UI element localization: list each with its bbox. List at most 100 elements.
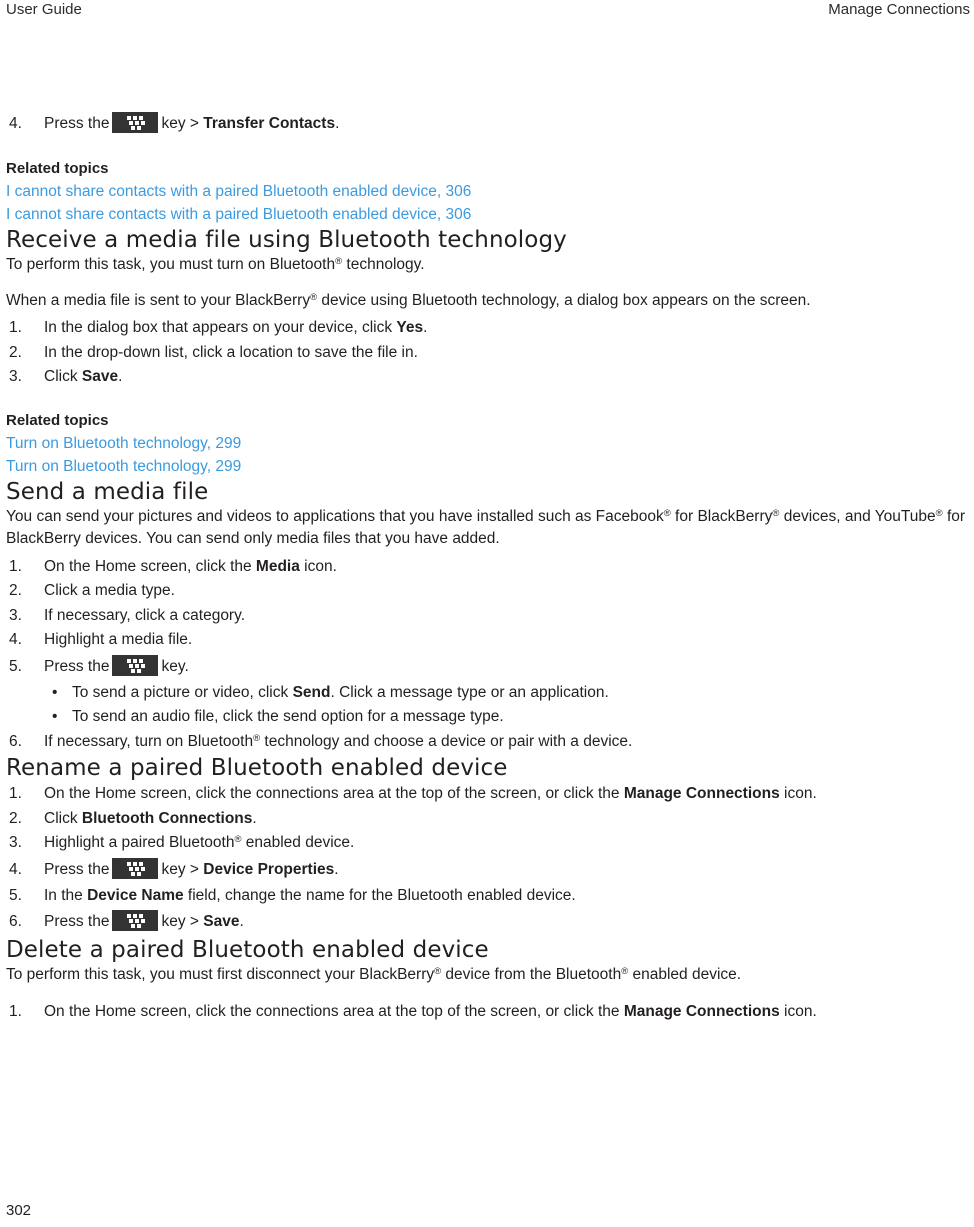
step-bold-term: Manage Connections: [623, 785, 780, 802]
page-content: 4. Press the key > Transfer Contacts. Rel…: [6, 110, 968, 1025]
list-item: 6. If necessary, turn on Bluetooth® techn…: [6, 730, 968, 755]
substep-text-tail: . Click a message type or an application…: [330, 683, 609, 701]
step-text-before-key: Press the: [44, 860, 110, 878]
step-number: 4.: [9, 115, 22, 132]
step-bold-term: Media: [255, 557, 300, 575]
related-topic-link[interactable]: I cannot share contacts with a paired Bl…: [6, 203, 968, 226]
blackberry-menu-key-icon: [112, 112, 159, 133]
list-item: 3. Click Save.: [6, 365, 968, 390]
step-number: 4.: [9, 631, 22, 648]
list-item: 4. Press the key > Transfer Contacts.: [6, 110, 968, 138]
step-number: 5.: [9, 886, 22, 904]
step-bold-term: Yes: [396, 319, 424, 336]
step-text-tail: .: [423, 319, 428, 336]
related-topics-block: Related topics I cannot share contacts w…: [6, 158, 968, 226]
step-text-tail: .: [252, 809, 257, 827]
section-heading-delete: Delete a paired Bluetooth enabled device: [6, 937, 489, 963]
list-item: • To send a picture or video, click Send.…: [44, 681, 968, 706]
step-text: Click a media type.: [44, 582, 175, 599]
step-text: In the drop-down list, click a location …: [44, 343, 418, 361]
list-item: 1. In the dialog box that appears on your…: [6, 316, 968, 341]
list-item: 4. Press the key > Device Properties.: [6, 856, 968, 884]
list-item: 2. In the drop-down list, click a locatio…: [6, 341, 968, 366]
step-text: Click: [44, 809, 82, 827]
step-number: 3.: [9, 368, 22, 385]
step-text: Click: [44, 368, 82, 385]
step-number: 1.: [9, 785, 22, 802]
prerequisite-paragraph: To perform this task, you must turn on B…: [6, 256, 425, 273]
section-heading-receive: Receive a media file using Bluetooth tec…: [6, 227, 567, 253]
step-text: If necessary, click a category.: [44, 606, 246, 624]
step-text: On the Home screen, click the connection…: [44, 785, 624, 802]
step-number: 1.: [9, 1003, 22, 1020]
section-heading-rename: Rename a paired Bluetooth enabled device: [6, 755, 508, 781]
running-head: User Guide Manage Connections: [0, 0, 974, 26]
send-steps-list: 1. On the Home screen, click the Media ic…: [6, 555, 968, 681]
delete-steps-list: 1. On the Home screen, click the connecti…: [6, 1000, 968, 1025]
blackberry-menu-key-icon: [112, 654, 159, 676]
step-text-before-key: Press the: [44, 913, 110, 930]
step-number: 1.: [9, 557, 22, 575]
bullet-icon: •: [52, 683, 58, 701]
list-item: 3. Highlight a paired Bluetooth® enabled …: [6, 831, 968, 856]
step-text: Highlight a paired Bluetooth: [44, 834, 235, 851]
list-item: 2. Click Bluetooth Connections.: [6, 807, 968, 832]
step-text-before-key: Press the: [44, 657, 110, 675]
page-number: 302: [6, 1202, 32, 1219]
blackberry-menu-key-icon: [112, 910, 159, 931]
list-item: 4. Highlight a media file.: [6, 628, 968, 653]
step-bold-term: Save: [81, 368, 119, 385]
step-bold-term: Device Name: [87, 886, 184, 904]
step-text-after-key: key > Save.: [161, 913, 244, 930]
section-heading-send: Send a media file: [6, 478, 209, 505]
step-text: In the dialog box that appears on your d…: [44, 319, 397, 336]
list-item: 1. On the Home screen, click the Media ic…: [6, 555, 968, 580]
step-text-after-key: key > Transfer Contacts.: [161, 115, 340, 132]
step-text-before-key: Press the: [44, 115, 110, 132]
receive-steps-list: 1. In the dialog box that appears on your…: [6, 316, 968, 390]
step-number: 6.: [9, 732, 22, 750]
step-text-tail: field, change the name for the Bluetooth…: [183, 886, 576, 904]
step-bold-term: Save: [203, 913, 240, 930]
related-topic-link[interactable]: Turn on Bluetooth technology, 299: [6, 432, 968, 455]
intro-paragraph: When a media file is sent to your BlackB…: [6, 292, 811, 309]
send-steps-list-continued: 6. If necessary, turn on Bluetooth® techn…: [6, 730, 968, 755]
step-number: 5.: [9, 657, 22, 675]
step-bold-term: Bluetooth Connections: [81, 809, 253, 827]
step-number: 2.: [9, 343, 22, 361]
running-head-left: User Guide: [6, 1, 82, 18]
step-text: On the Home screen, click the connection…: [44, 1003, 624, 1020]
list-item: 5. In the Device Name field, change the n…: [6, 884, 968, 909]
delete-prerequisite-paragraph: To perform this task, you must first dis…: [6, 966, 742, 983]
step-number: 3.: [9, 834, 22, 851]
step-text-tail: icon.: [779, 1003, 817, 1020]
registered-mark-icon: ®: [935, 507, 943, 519]
step-number: 6.: [9, 913, 22, 930]
send-substeps-list: • To send a picture or video, click Send.…: [44, 681, 968, 730]
step-text-tail: icon.: [779, 785, 817, 802]
list-item: • To send an audio file, click the send o…: [44, 705, 968, 730]
related-topics-block: Related topics Turn on Bluetooth technol…: [6, 410, 968, 478]
bullet-icon: •: [52, 708, 58, 725]
blackberry-menu-key-icon: [112, 857, 159, 879]
list-item: 6. Press the key > Save.: [6, 908, 968, 936]
step-text-tail: icon.: [299, 557, 337, 575]
related-topic-link[interactable]: Turn on Bluetooth technology, 299: [6, 455, 968, 478]
registered-mark-icon: ®: [663, 507, 671, 519]
step-text: If necessary, turn on Bluetooth: [44, 732, 254, 750]
step-text-tail: .: [118, 368, 123, 385]
related-topic-link[interactable]: I cannot share contacts with a paired Bl…: [6, 180, 968, 203]
step-text: Highlight a media file.: [44, 631, 193, 648]
step-number: 3.: [9, 606, 22, 624]
step-text-tail: technology and choose a device or pair w…: [260, 732, 633, 750]
substep-text: To send an audio file, click the send op…: [72, 708, 504, 725]
running-head-right: Manage Connections: [828, 1, 970, 18]
step-bold-term: Transfer Contacts: [203, 115, 336, 132]
step-number: 4.: [9, 860, 22, 878]
step-number: 1.: [9, 319, 22, 336]
step-number: 2.: [9, 582, 22, 599]
rename-steps-list: 1. On the Home screen, click the connecti…: [6, 782, 968, 936]
list-item: 3. If necessary, click a category.: [6, 604, 968, 629]
list-item: 2. Click a media type.: [6, 579, 968, 604]
step-number: 2.: [9, 809, 22, 827]
